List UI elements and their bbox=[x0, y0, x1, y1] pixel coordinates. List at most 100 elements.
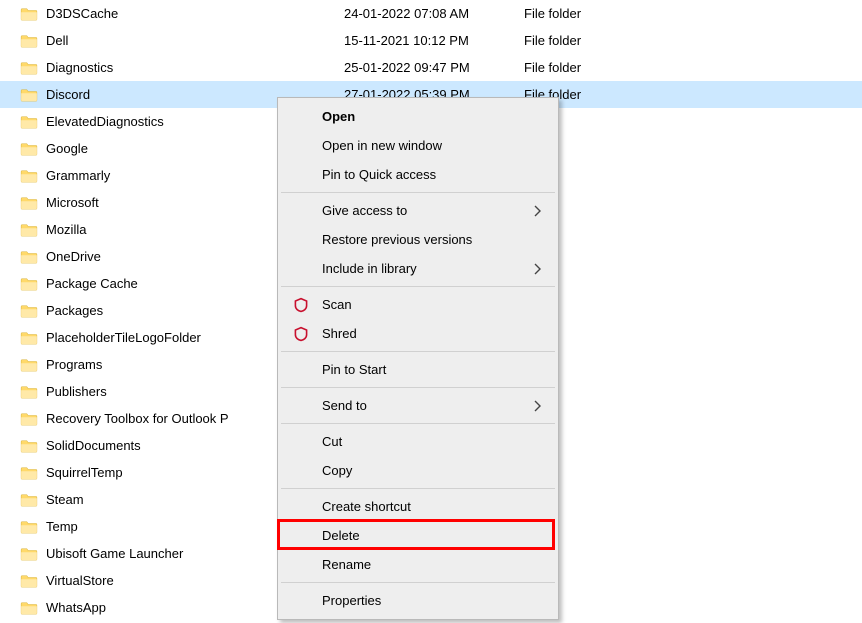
folder-icon-cell bbox=[20, 115, 44, 129]
folder-icon bbox=[20, 331, 38, 345]
folder-icon-cell bbox=[20, 7, 44, 21]
menu-item-shred[interactable]: Shred bbox=[280, 319, 556, 348]
menu-separator bbox=[281, 488, 555, 489]
folder-icon-cell bbox=[20, 88, 44, 102]
folder-icon bbox=[20, 304, 38, 318]
menu-item-label: Rename bbox=[322, 557, 371, 572]
menu-item-pin-to-quick-access[interactable]: Pin to Quick access bbox=[280, 160, 556, 189]
menu-item-label: Send to bbox=[322, 398, 367, 413]
chevron-right-icon bbox=[534, 400, 542, 412]
menu-item-restore-previous-versions[interactable]: Restore previous versions bbox=[280, 225, 556, 254]
folder-icon-cell bbox=[20, 358, 44, 372]
folder-icon-cell bbox=[20, 142, 44, 156]
menu-separator bbox=[281, 423, 555, 424]
menu-item-give-access-to[interactable]: Give access to bbox=[280, 196, 556, 225]
folder-icon-cell bbox=[20, 412, 44, 426]
menu-separator bbox=[281, 286, 555, 287]
menu-item-label: Restore previous versions bbox=[322, 232, 472, 247]
folder-icon-cell bbox=[20, 61, 44, 75]
folder-icon bbox=[20, 61, 38, 75]
file-type: File folder bbox=[524, 33, 644, 48]
folder-icon bbox=[20, 7, 38, 21]
menu-separator bbox=[281, 351, 555, 352]
menu-item-label: Properties bbox=[322, 593, 381, 608]
folder-icon-cell bbox=[20, 520, 44, 534]
mcafee-icon bbox=[292, 325, 310, 343]
file-name: D3DSCache bbox=[44, 6, 344, 21]
menu-item-label: Shred bbox=[322, 326, 357, 341]
folder-icon bbox=[20, 223, 38, 237]
folder-icon bbox=[20, 169, 38, 183]
menu-item-delete[interactable]: Delete bbox=[280, 521, 556, 550]
file-row-dell[interactable]: Dell15-11-2021 10:12 PMFile folder bbox=[0, 27, 862, 54]
menu-item-label: Give access to bbox=[322, 203, 407, 218]
menu-item-label: Pin to Quick access bbox=[322, 167, 436, 182]
menu-item-cut[interactable]: Cut bbox=[280, 427, 556, 456]
menu-item-label: Cut bbox=[322, 434, 342, 449]
context-menu: Open Open in new window Pin to Quick acces… bbox=[277, 97, 559, 620]
mcafee-shield-icon bbox=[293, 297, 309, 313]
menu-item-scan[interactable]: Scan bbox=[280, 290, 556, 319]
folder-icon bbox=[20, 520, 38, 534]
menu-item-copy[interactable]: Copy bbox=[280, 456, 556, 485]
folder-icon-cell bbox=[20, 466, 44, 480]
folder-icon-cell bbox=[20, 331, 44, 345]
mcafee-icon bbox=[292, 296, 310, 314]
menu-separator bbox=[281, 387, 555, 388]
menu-item-include-in-library[interactable]: Include in library bbox=[280, 254, 556, 283]
folder-icon bbox=[20, 412, 38, 426]
menu-item-open-in-new-window[interactable]: Open in new window bbox=[280, 131, 556, 160]
folder-icon bbox=[20, 88, 38, 102]
menu-item-label: Open in new window bbox=[322, 138, 442, 153]
folder-icon bbox=[20, 385, 38, 399]
folder-icon bbox=[20, 34, 38, 48]
file-row-d3dscache[interactable]: D3DSCache24-01-2022 07:08 AMFile folder bbox=[0, 0, 862, 27]
folder-icon-cell bbox=[20, 547, 44, 561]
folder-icon bbox=[20, 547, 38, 561]
folder-icon-cell bbox=[20, 196, 44, 210]
file-row-diagnostics[interactable]: Diagnostics25-01-2022 09:47 PMFile folde… bbox=[0, 54, 862, 81]
folder-icon bbox=[20, 358, 38, 372]
mcafee-shield-icon bbox=[293, 326, 309, 342]
folder-icon-cell bbox=[20, 493, 44, 507]
file-date: 15-11-2021 10:12 PM bbox=[344, 33, 524, 48]
menu-item-label: Delete bbox=[322, 528, 360, 543]
menu-item-pin-to-start[interactable]: Pin to Start bbox=[280, 355, 556, 384]
folder-icon bbox=[20, 601, 38, 615]
submenu-arrow-icon bbox=[534, 400, 542, 412]
folder-icon bbox=[20, 439, 38, 453]
menu-item-label: Create shortcut bbox=[322, 499, 411, 514]
chevron-right-icon bbox=[534, 205, 542, 217]
folder-icon-cell bbox=[20, 574, 44, 588]
folder-icon-cell bbox=[20, 601, 44, 615]
folder-icon-cell bbox=[20, 277, 44, 291]
folder-icon-cell bbox=[20, 34, 44, 48]
menu-item-send-to[interactable]: Send to bbox=[280, 391, 556, 420]
menu-separator bbox=[281, 192, 555, 193]
folder-icon bbox=[20, 574, 38, 588]
menu-item-label: Include in library bbox=[322, 261, 417, 276]
file-type: File folder bbox=[524, 60, 644, 75]
menu-item-label: Copy bbox=[322, 463, 352, 478]
folder-icon-cell bbox=[20, 250, 44, 264]
menu-item-rename[interactable]: Rename bbox=[280, 550, 556, 579]
folder-icon bbox=[20, 250, 38, 264]
menu-item-label: Pin to Start bbox=[322, 362, 386, 377]
menu-item-create-shortcut[interactable]: Create shortcut bbox=[280, 492, 556, 521]
chevron-right-icon bbox=[534, 263, 542, 275]
folder-icon bbox=[20, 142, 38, 156]
file-date: 24-01-2022 07:08 AM bbox=[344, 6, 524, 21]
file-type: File folder bbox=[524, 6, 644, 21]
folder-icon-cell bbox=[20, 223, 44, 237]
folder-icon-cell bbox=[20, 169, 44, 183]
menu-item-open[interactable]: Open bbox=[280, 102, 556, 131]
file-name: Diagnostics bbox=[44, 60, 344, 75]
folder-icon-cell bbox=[20, 304, 44, 318]
submenu-arrow-icon bbox=[534, 205, 542, 217]
menu-item-properties[interactable]: Properties bbox=[280, 586, 556, 615]
menu-item-label: Scan bbox=[322, 297, 352, 312]
menu-separator bbox=[281, 582, 555, 583]
submenu-arrow-icon bbox=[534, 263, 542, 275]
menu-item-label: Open bbox=[322, 109, 355, 124]
file-date: 25-01-2022 09:47 PM bbox=[344, 60, 524, 75]
